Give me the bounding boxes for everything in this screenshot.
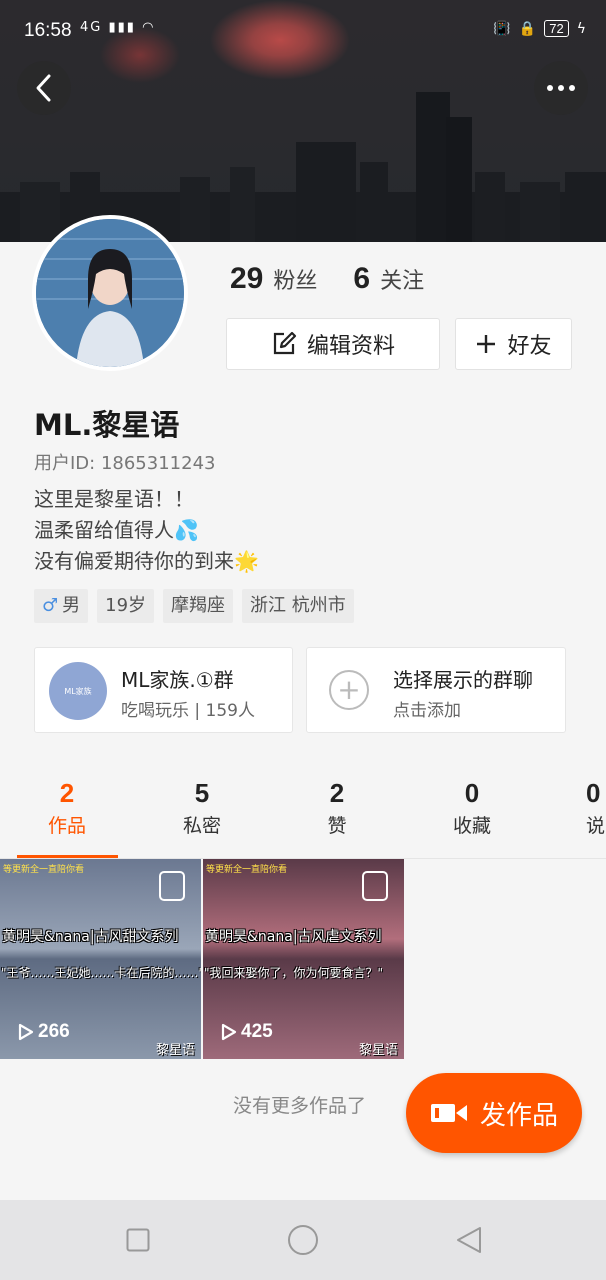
group-avatar: ML家族 — [49, 662, 107, 720]
tag-age: 19岁 — [97, 589, 155, 623]
tab-count: 0 — [464, 778, 480, 808]
chevron-left-icon — [36, 74, 51, 102]
no-more-text: 没有更多作品了 — [233, 1095, 367, 1117]
video-caption: "王爷……王妃她……卡在后院的……" — [1, 966, 201, 980]
tab-label: 作品 — [47, 815, 86, 837]
thumb-top-text: 等更新全一直陪你看 — [3, 865, 85, 875]
back-button[interactable] — [17, 61, 71, 115]
play-count: 425 — [221, 1021, 273, 1043]
system-nav-bar — [0, 1200, 606, 1280]
sticker-icon — [159, 871, 185, 901]
edit-profile-label: 编辑资料 — [306, 334, 395, 359]
profile-tags: ♂ 男 19岁 摩羯座 浙江 杭州市 — [34, 589, 354, 623]
avatar-image — [36, 219, 184, 367]
tab-label: 私密 — [182, 815, 221, 837]
video-author: 黎星语 — [155, 1043, 195, 1058]
avatar[interactable] — [32, 215, 188, 371]
tag-location: 浙江 杭州市 — [242, 589, 354, 623]
video-title: 黄明昊&nana|古风虐文系列 — [205, 929, 382, 945]
edit-icon — [273, 331, 297, 355]
video-camera-icon — [430, 1104, 467, 1122]
gender-label: 男 — [62, 595, 81, 616]
group-title: 选择展示的群聊 — [393, 668, 533, 692]
tab-count: 2 — [59, 778, 75, 808]
tab-count: 0 — [586, 778, 601, 808]
video-title: 黄明昊&nana|古风甜文系列 — [2, 929, 179, 945]
post-work-button[interactable]: 发作品 — [406, 1073, 582, 1153]
status-bar: 16:58 4G ▮▮▮ ◠ 📳 🔒 72 ϟ — [0, 0, 606, 60]
post-work-label: 发作品 — [479, 1100, 558, 1131]
sticker-icon — [362, 871, 388, 901]
recent-apps-icon[interactable] — [126, 1228, 150, 1252]
play-icon — [18, 1023, 34, 1041]
following-label[interactable]: 关注 — [380, 263, 424, 295]
video-author: 黎星语 — [358, 1043, 398, 1058]
lock-icon: 🔒 — [518, 20, 537, 37]
stats-row: 29 粉丝 6 关注 — [230, 262, 460, 296]
battery-level: 72 — [544, 20, 569, 37]
edit-profile-button[interactable]: 编辑资料 — [226, 318, 440, 370]
charging-icon: ϟ — [576, 20, 586, 37]
bio: 这里是黎星语！！ 温柔留给值得人💦 没有偏爱期待你的到来🌟 — [34, 484, 259, 577]
video-thumbnail[interactable]: 等更新全一直陪你看 黄明昊&nana|古风虐文系列 "我回来娶你了，你为何要食言… — [203, 859, 404, 1059]
tab-favorites[interactable]: 0 收藏 — [422, 778, 522, 838]
tag-gender: ♂ 男 — [34, 589, 89, 623]
play-count-value: 425 — [241, 1021, 273, 1042]
tab-works[interactable]: 2 作品 — [17, 778, 117, 838]
signal-icon: 4G ▮▮▮ ◠ — [80, 20, 156, 35]
tab-moments[interactable]: 0 说 — [586, 778, 606, 838]
video-grid: 等更新全一直陪你看 黄明昊&nana|古风甜文系列 "王爷……王妃她……卡在后院… — [0, 859, 606, 1059]
group-card-select[interactable]: + 选择展示的群聊 点击添加 — [306, 647, 566, 733]
group-subtitle: 吃喝玩乐 | 159人 — [121, 701, 255, 721]
add-circle-icon: + — [329, 670, 369, 710]
bio-line: 没有偏爱期待你的到来🌟 — [34, 549, 259, 573]
tab-label: 赞 — [327, 815, 347, 837]
add-friend-label: 好友 — [507, 334, 552, 359]
video-thumbnail[interactable]: 等更新全一直陪你看 黄明昊&nana|古风甜文系列 "王爷……王妃她……卡在后院… — [0, 859, 201, 1059]
following-count[interactable]: 6 — [353, 262, 370, 296]
add-friend-button[interactable]: 好友 — [455, 318, 572, 370]
tab-count: 5 — [194, 778, 210, 808]
group-card-ml-family[interactable]: ML家族 ML家族.①群 吃喝玩乐 | 159人 — [34, 647, 293, 733]
more-button[interactable] — [534, 61, 588, 115]
male-icon: ♂ — [42, 595, 59, 616]
user-id[interactable]: 用户ID: 1865311243 — [34, 449, 215, 475]
video-caption: "我回来娶你了，你为何要食言？" — [204, 966, 384, 980]
back-nav-icon[interactable] — [455, 1226, 483, 1254]
tab-private[interactable]: 5 私密 — [152, 778, 252, 838]
tab-count: 2 — [329, 778, 345, 808]
tab-likes[interactable]: 2 赞 — [287, 778, 387, 838]
status-time: 16:58 — [24, 20, 72, 41]
play-count: 266 — [18, 1021, 70, 1043]
play-count-value: 266 — [38, 1021, 70, 1042]
tab-label: 说 — [586, 815, 606, 837]
active-tab-indicator — [17, 855, 118, 858]
username: ML.黎星语 — [34, 408, 180, 442]
home-icon[interactable] — [287, 1224, 319, 1256]
network-type: 4G — [80, 20, 103, 35]
content-tabs: 2 作品 5 私密 2 赞 0 收藏 0 说 — [0, 778, 606, 859]
thumb-top-text: 等更新全一直陪你看 — [206, 865, 288, 875]
vibrate-icon: 📳 — [493, 20, 511, 37]
group-title: ML家族.①群 — [121, 668, 234, 692]
followers-count[interactable]: 29 — [230, 262, 263, 296]
plus-icon — [477, 335, 496, 353]
group-subtitle: 点击添加 — [393, 701, 461, 721]
followers-label[interactable]: 粉丝 — [273, 263, 317, 295]
status-right: 📳 🔒 72 ϟ — [493, 20, 586, 37]
more-dots-icon — [547, 85, 575, 91]
bio-line: 这里是黎星语！！ — [34, 487, 194, 511]
bio-line: 温柔留给值得人💦 — [34, 518, 199, 542]
tag-zodiac: 摩羯座 — [163, 589, 234, 623]
play-icon — [221, 1023, 237, 1041]
tab-label: 收藏 — [452, 815, 491, 837]
